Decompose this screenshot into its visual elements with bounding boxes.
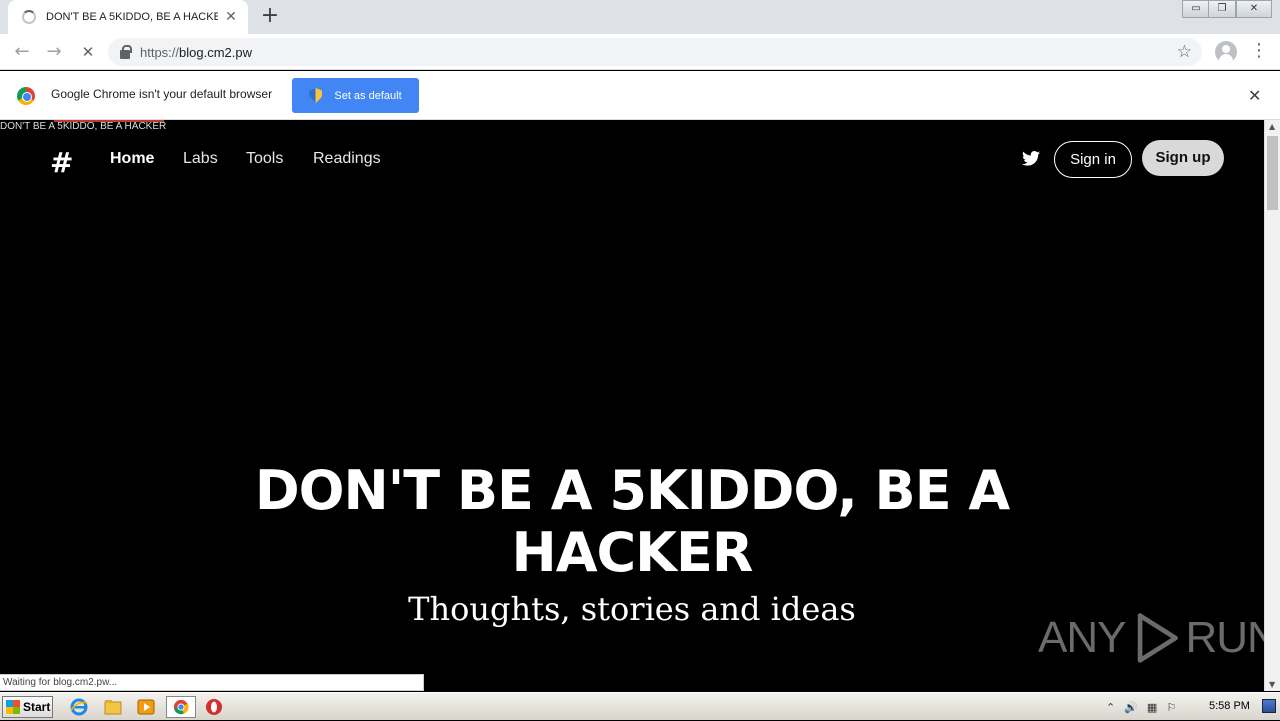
infobar-close-icon[interactable]: ✕ bbox=[1248, 86, 1261, 105]
uac-shield-icon bbox=[309, 88, 323, 103]
hero-subtitle: Thoughts, stories and ideas bbox=[408, 590, 856, 628]
media-player-icon[interactable] bbox=[137, 698, 155, 716]
stop-loading-button[interactable]: ✕ bbox=[76, 40, 100, 64]
back-button[interactable]: ← bbox=[10, 40, 34, 64]
restore-button[interactable]: ❐ bbox=[1208, 0, 1236, 18]
image-placeholder-bar bbox=[54, 120, 164, 122]
scroll-thumb[interactable] bbox=[1267, 136, 1278, 210]
browser-tab[interactable]: DON'T BE A 5KIDDO, BE A HACKER ✕ bbox=[8, 0, 248, 34]
sign-up-button[interactable]: Sign up bbox=[1142, 140, 1224, 176]
tray-expand-icon[interactable]: ⌃ bbox=[1106, 701, 1115, 714]
nav-home[interactable]: Home bbox=[110, 150, 154, 168]
loading-spinner-icon bbox=[22, 10, 36, 24]
url-text[interactable]: https://blog.cm2.pw bbox=[140, 45, 252, 60]
url-host: blog.cm2.pw bbox=[179, 44, 253, 60]
taskbar-clock[interactable]: 5:58 PM bbox=[1209, 700, 1250, 712]
watermark-right: RUN bbox=[1185, 613, 1264, 662]
new-tab-button[interactable]: + bbox=[258, 5, 282, 29]
tab-strip: DON'T BE A 5KIDDO, BE A HACKER ✕ + ▭ ❐ ✕ bbox=[0, 0, 1280, 34]
set-as-default-button[interactable]: Set as default bbox=[292, 78, 419, 113]
windows-logo-icon bbox=[6, 700, 20, 714]
infobar-message: Google Chrome isn't your default browser bbox=[51, 87, 273, 101]
tab-title: DON'T BE A 5KIDDO, BE A HACKER bbox=[46, 11, 218, 23]
nav-tools[interactable]: Tools bbox=[246, 150, 283, 168]
windows-taskbar: Start ⌃ 🔊 ▦ ⚐ 5:58 PM bbox=[0, 692, 1280, 720]
broken-image: DON'T BE A 5KIDDO, BE A HACKER bbox=[0, 120, 167, 132]
window-close-button[interactable]: ✕ bbox=[1236, 0, 1272, 18]
hero-title: DON'T BE A 5KIDDO, BE A HACKER bbox=[254, 459, 1010, 584]
opera-icon[interactable] bbox=[205, 698, 223, 716]
chrome-logo-icon bbox=[17, 87, 35, 105]
volume-icon[interactable]: 🔊 bbox=[1124, 701, 1138, 714]
status-bubble: Waiting for blog.cm2.pw... bbox=[0, 674, 424, 691]
nav-readings[interactable]: Readings bbox=[313, 150, 381, 168]
page-scrollbar[interactable]: ▲ ▼ bbox=[1264, 120, 1280, 691]
browser-toolbar: ← → ✕ https://blog.cm2.pw ☆ ⋮ bbox=[0, 34, 1280, 70]
show-desktop-icon[interactable] bbox=[1262, 699, 1276, 713]
minimize-button[interactable]: ▭ bbox=[1182, 0, 1210, 18]
twitter-icon[interactable] bbox=[1022, 151, 1040, 166]
set-as-default-label: Set as default bbox=[334, 89, 402, 102]
url-scheme: https:// bbox=[140, 44, 180, 60]
start-label: Start bbox=[23, 700, 51, 714]
lock-icon[interactable] bbox=[120, 44, 132, 59]
system-tray: ⌃ 🔊 ▦ ⚐ bbox=[1106, 696, 1276, 718]
scroll-down-icon[interactable]: ▼ bbox=[1269, 680, 1275, 689]
page-viewport: DON'T BE A 5KIDDO, BE A HACKER # Home La… bbox=[0, 120, 1264, 691]
taskbar-chrome-button[interactable] bbox=[166, 696, 196, 718]
file-explorer-icon[interactable] bbox=[104, 698, 122, 716]
default-browser-infobar: Google Chrome isn't your default browser… bbox=[0, 71, 1280, 120]
address-bar[interactable]: https://blog.cm2.pw ☆ bbox=[108, 38, 1202, 66]
tab-close-icon[interactable]: ✕ bbox=[224, 9, 238, 25]
watermark-left: ANY bbox=[1038, 613, 1126, 662]
browser-menu-icon[interactable]: ⋮ bbox=[1250, 40, 1268, 64]
forward-button[interactable]: → bbox=[42, 40, 66, 64]
network-icon[interactable]: ▦ bbox=[1147, 701, 1157, 714]
profile-avatar-icon[interactable] bbox=[1215, 41, 1237, 63]
broken-image-alt: DON'T BE A 5KIDDO, BE A HACKER bbox=[0, 121, 167, 132]
site-logo[interactable]: # bbox=[50, 146, 73, 179]
internet-explorer-icon[interactable] bbox=[70, 698, 88, 716]
play-icon bbox=[1138, 613, 1179, 663]
scroll-up-icon[interactable]: ▲ bbox=[1269, 122, 1275, 131]
nav-labs[interactable]: Labs bbox=[183, 150, 218, 168]
action-center-flag-icon[interactable]: ⚐ bbox=[1166, 701, 1176, 714]
start-button[interactable]: Start bbox=[2, 696, 53, 718]
anyrun-watermark: ANY RUN bbox=[1038, 610, 1264, 666]
bookmark-star-icon[interactable]: ☆ bbox=[1177, 42, 1192, 62]
chrome-taskbar-icon bbox=[173, 699, 189, 715]
sign-in-button[interactable]: Sign in bbox=[1054, 141, 1132, 178]
